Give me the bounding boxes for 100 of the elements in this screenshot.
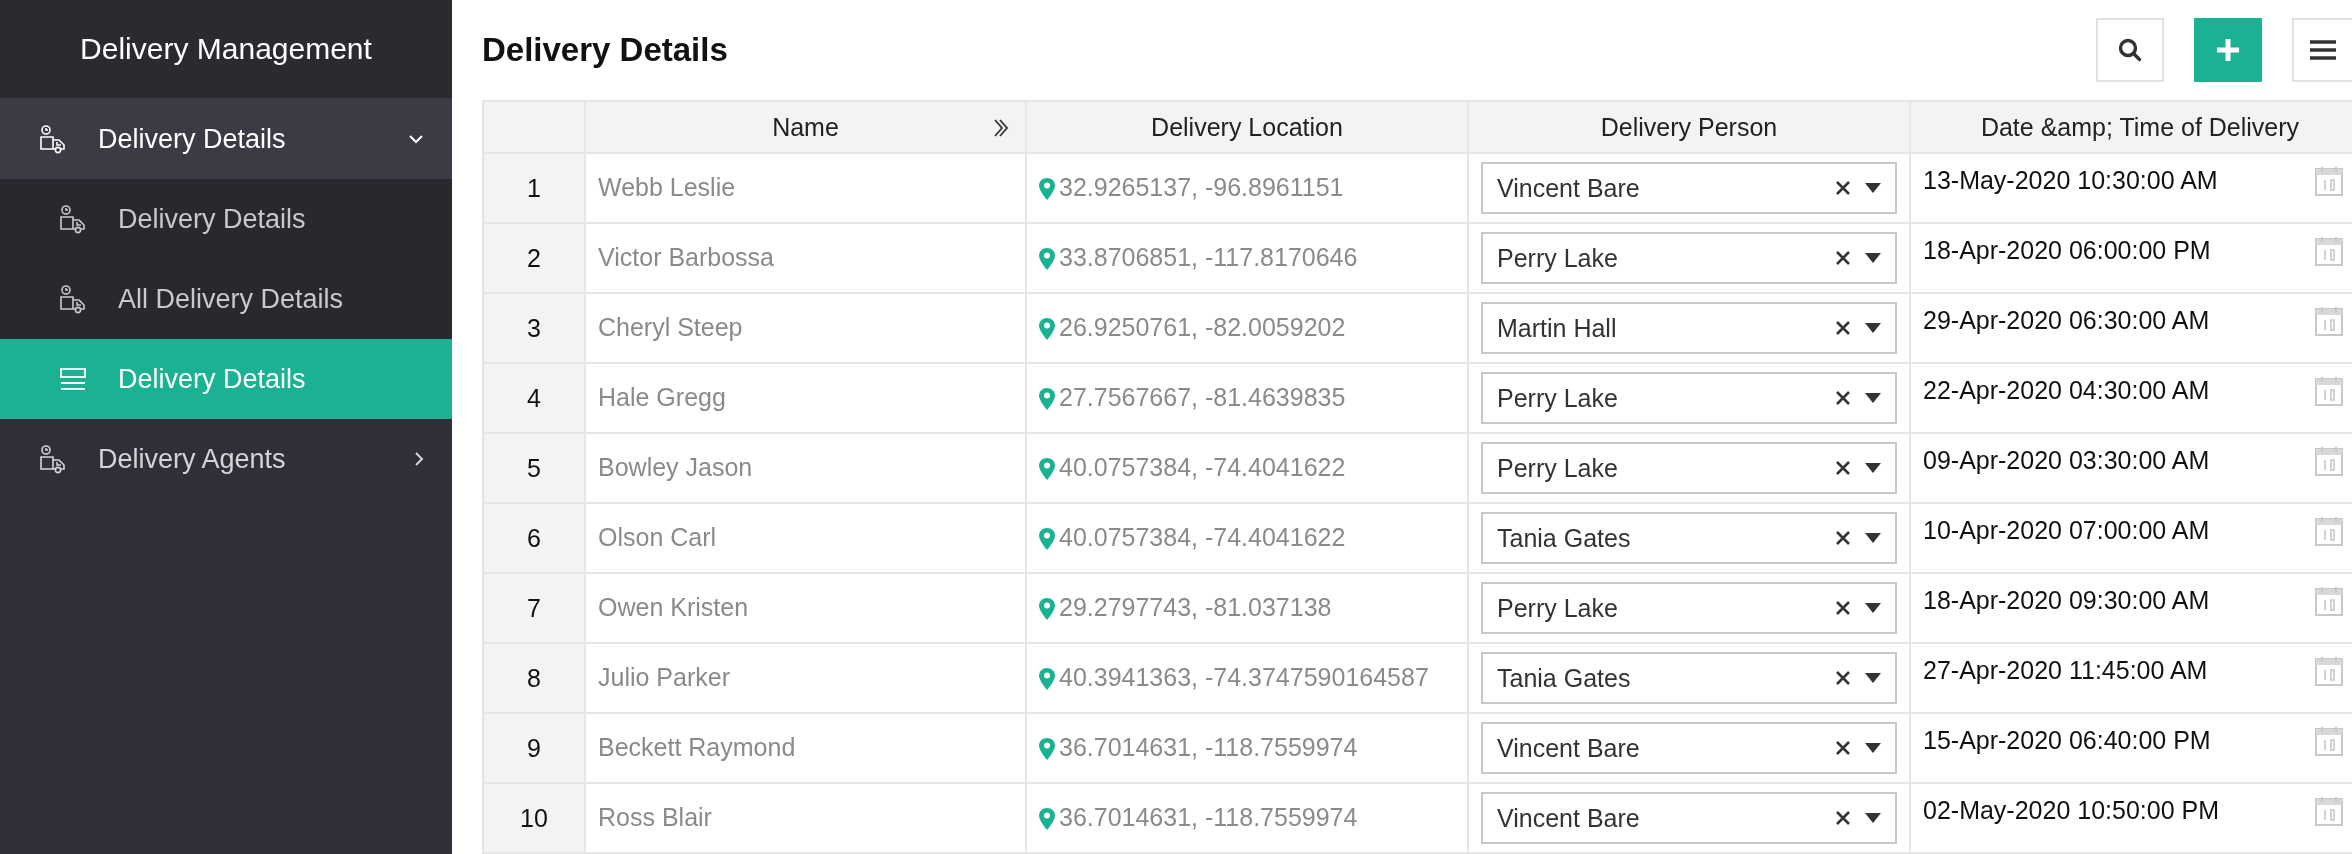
- search-icon: [2117, 37, 2143, 63]
- double-chevron-icon[interactable]: [993, 118, 1009, 138]
- caret-icon: [1865, 533, 1881, 543]
- location-text: 26.9250761, -82.0059202: [1059, 312, 1346, 343]
- location-pin-icon: [1039, 388, 1055, 410]
- table-cell: 27-Apr-2020 11:45:00 AM: [1923, 656, 2208, 685]
- table-cell: 10-Apr-2020 07:00:00 AM: [1923, 516, 2210, 545]
- table-cell: 29-Apr-2020 06:30:00 AM: [1923, 306, 2210, 335]
- menu-button[interactable]: [2292, 18, 2352, 82]
- app-title: Delivery Management: [0, 0, 452, 99]
- sidebar-item[interactable]: Delivery Details: [0, 179, 452, 259]
- location-text: 40.0757384, -74.4041622: [1059, 452, 1346, 483]
- table-cell: Olson Carl: [586, 504, 1027, 574]
- table-cell: 18-Apr-2020 09:30:00 AM: [1923, 586, 2210, 615]
- location-text: 40.3941363, -74.3747590164587: [1059, 662, 1429, 693]
- clear-icon[interactable]: [1835, 460, 1851, 476]
- chevron-right-icon: [414, 451, 424, 467]
- table-cell: Julio Parker: [586, 644, 1027, 714]
- clear-icon[interactable]: [1835, 740, 1851, 756]
- page-title: Delivery Details: [482, 31, 729, 69]
- truck-icon: [58, 284, 88, 314]
- location-pin-icon: [1039, 458, 1055, 480]
- clear-icon[interactable]: [1835, 250, 1851, 266]
- person-dropdown[interactable]: Tania Gates: [1481, 652, 1897, 704]
- location-text: 36.7014631, -118.7559974: [1059, 732, 1358, 763]
- table-cell: Hale Gregg: [586, 364, 1027, 434]
- caret-icon: [1865, 743, 1881, 753]
- table-cell: Cheryl Steep: [586, 294, 1027, 364]
- row-number: 6: [484, 504, 586, 574]
- location-text: 40.0757384, -74.4041622: [1059, 522, 1346, 553]
- row-number: 4: [484, 364, 586, 434]
- sidebar-item[interactable]: Delivery Details: [0, 99, 452, 179]
- caret-icon: [1865, 253, 1881, 263]
- caret-icon: [1865, 673, 1881, 683]
- column-header[interactable]: Delivery Location: [1027, 100, 1469, 154]
- location-pin-icon: [1039, 808, 1055, 830]
- person-dropdown[interactable]: Vincent Bare: [1481, 792, 1897, 844]
- location-pin-icon: [1039, 738, 1055, 760]
- truck-icon: [38, 444, 68, 474]
- person-dropdown[interactable]: Perry Lake: [1481, 582, 1897, 634]
- table-cell: 22-Apr-2020 04:30:00 AM: [1923, 376, 2210, 405]
- location-text: 36.7014631, -118.7559974: [1059, 802, 1358, 833]
- clear-icon[interactable]: [1835, 600, 1851, 616]
- table-cell: 15-Apr-2020 06:40:00 PM: [1923, 726, 2211, 755]
- chevron-down-icon: [408, 134, 424, 144]
- clear-icon[interactable]: [1835, 530, 1851, 546]
- search-button[interactable]: [2096, 18, 2164, 82]
- plus-icon: [2216, 38, 2240, 62]
- person-dropdown[interactable]: Vincent Bare: [1481, 722, 1897, 774]
- row-number: 10: [484, 784, 586, 854]
- table-cell: Ross Blair: [586, 784, 1027, 854]
- clear-icon[interactable]: [1835, 810, 1851, 826]
- person-dropdown[interactable]: Vincent Bare: [1481, 162, 1897, 214]
- table-cell: Bowley Jason: [586, 434, 1027, 504]
- location-pin-icon: [1039, 248, 1055, 270]
- person-dropdown[interactable]: Tania Gates: [1481, 512, 1897, 564]
- column-header[interactable]: Date &amp; Time of Delivery: [1911, 100, 2352, 154]
- location-text: 29.2797743, -81.037138: [1059, 592, 1332, 623]
- location-text: 33.8706851, -117.8170646: [1059, 242, 1358, 273]
- location-pin-icon: [1039, 598, 1055, 620]
- table-cell: Victor Barbossa: [586, 224, 1027, 294]
- person-dropdown[interactable]: Martin Hall: [1481, 302, 1897, 354]
- truck-icon: [58, 204, 88, 234]
- row-number: 7: [484, 574, 586, 644]
- row-number: 9: [484, 714, 586, 784]
- table-cell: 09-Apr-2020 03:30:00 AM: [1923, 446, 2210, 475]
- clear-icon[interactable]: [1835, 390, 1851, 406]
- caret-icon: [1865, 813, 1881, 823]
- row-number: 3: [484, 294, 586, 364]
- location-pin-icon: [1039, 528, 1055, 550]
- person-dropdown[interactable]: Perry Lake: [1481, 232, 1897, 284]
- person-dropdown[interactable]: Perry Lake: [1481, 442, 1897, 494]
- row-number: 1: [484, 154, 586, 224]
- clear-icon[interactable]: [1835, 670, 1851, 686]
- table-cell: Webb Leslie: [586, 154, 1027, 224]
- clear-icon[interactable]: [1835, 180, 1851, 196]
- location-pin-icon: [1039, 318, 1055, 340]
- clear-icon[interactable]: [1835, 320, 1851, 336]
- caret-icon: [1865, 463, 1881, 473]
- menu-icon: [2310, 40, 2336, 60]
- table-cell: Beckett Raymond: [586, 714, 1027, 784]
- row-number: 5: [484, 434, 586, 504]
- location-text: 32.9265137, -96.8961151: [1059, 172, 1344, 203]
- person-dropdown[interactable]: Perry Lake: [1481, 372, 1897, 424]
- table-cell: 13-May-2020 10:30:00 AM: [1923, 166, 2218, 195]
- sidebar-item[interactable]: Delivery Agents: [0, 419, 452, 499]
- table-cell: Owen Kristen: [586, 574, 1027, 644]
- location-pin-icon: [1039, 668, 1055, 690]
- caret-icon: [1865, 323, 1881, 333]
- location-text: 27.7567667, -81.4639835: [1059, 382, 1346, 413]
- column-header[interactable]: Delivery Person: [1469, 100, 1911, 154]
- row-number: 8: [484, 644, 586, 714]
- add-button[interactable]: [2194, 18, 2262, 82]
- location-pin-icon: [1039, 178, 1055, 200]
- caret-icon: [1865, 393, 1881, 403]
- column-title: Name: [772, 112, 839, 142]
- sidebar-item[interactable]: All Delivery Details: [0, 259, 452, 339]
- truck-icon: [38, 124, 68, 154]
- caret-icon: [1865, 183, 1881, 193]
- table-cell: 02-May-2020 10:50:00 PM: [1923, 796, 2219, 825]
